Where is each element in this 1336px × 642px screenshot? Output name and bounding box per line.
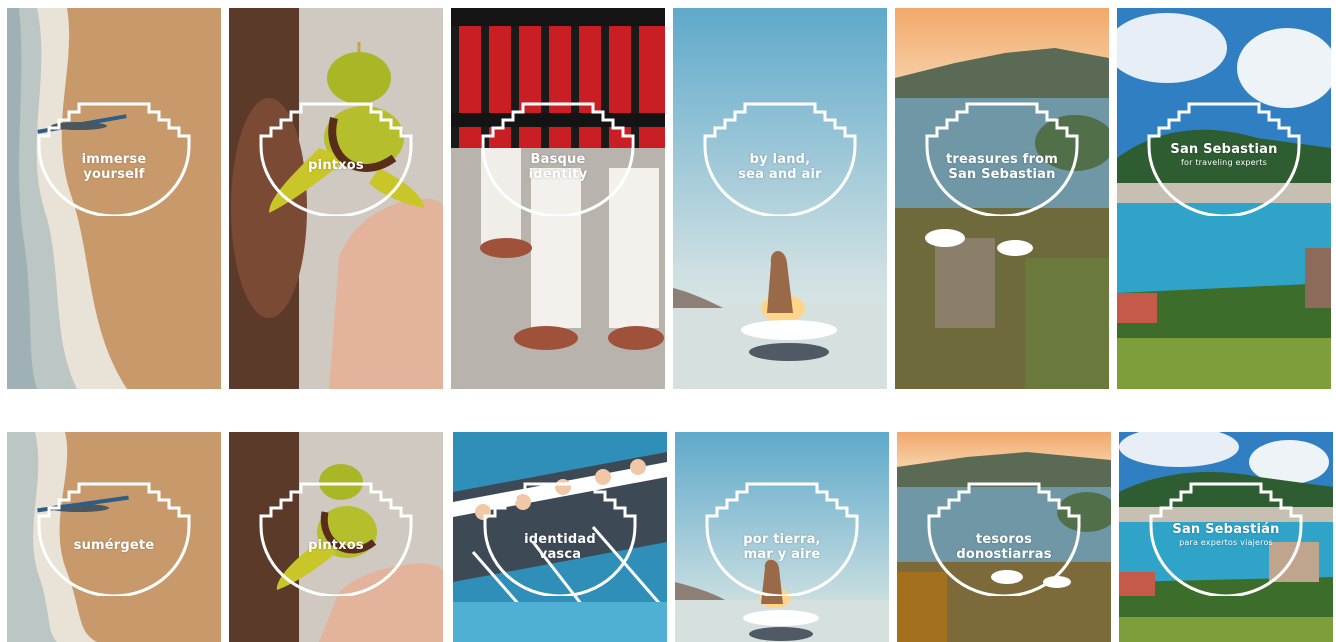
tile-label: pintxos (308, 158, 364, 173)
tile-label: sumérgete (73, 538, 155, 553)
tile-label: pintxos (308, 538, 364, 553)
emblem-badge: San Sebastian for traveling experts (1147, 100, 1301, 216)
tile-by-land-sea-air[interactable]: by land, sea and air (673, 8, 887, 389)
tile-por-tierra-mar-aire[interactable]: por tierra, mar y aire (675, 432, 889, 642)
emblem-badge: immerse yourself (37, 100, 191, 216)
emblem-badge: identidad vasca (483, 480, 637, 596)
emblem-badge: pintxos (259, 100, 413, 216)
tile-label: San Sebastián para expertos viajeros (1172, 522, 1280, 547)
emblem-badge: por tierra, mar y aire (705, 480, 859, 596)
tile-pintxos[interactable]: pintxos (229, 8, 443, 389)
tile-basque-identity[interactable]: Basque identity (451, 8, 665, 389)
tile-sumergete[interactable]: sumérgete (7, 432, 221, 642)
row-english: immerse yourself pintxos Basque identity… (7, 8, 1331, 389)
tile-identidad-vasca[interactable]: identidad vasca (453, 432, 667, 642)
tile-label: treasures from San Sebastian (945, 152, 1059, 182)
emblem-badge: pintxos (259, 480, 413, 596)
emblem-badge: treasures from San Sebastian (925, 100, 1079, 216)
tile-treasures-san-sebastian[interactable]: treasures from San Sebastian (895, 8, 1109, 389)
tile-san-sebastian-expertos[interactable]: San Sebastián para expertos viajeros (1119, 432, 1333, 642)
tile-tesoros-donostiarras[interactable]: tesoros donostiarras (897, 432, 1111, 642)
tile-label: Basque identity (528, 152, 588, 182)
tile-pintxos-es[interactable]: pintxos (229, 432, 443, 642)
tile-label: by land, sea and air (738, 152, 822, 182)
tile-label: immerse yourself (81, 152, 147, 182)
tile-label: identidad vasca (524, 532, 596, 562)
image-grid: immerse yourself pintxos Basque identity… (0, 0, 1336, 642)
tile-san-sebastian-experts[interactable]: San Sebastian for traveling experts (1117, 8, 1331, 389)
emblem-badge: by land, sea and air (703, 100, 857, 216)
emblem-badge: sumérgete (37, 480, 191, 596)
emblem-badge: Basque identity (481, 100, 635, 216)
row-spanish: sumérgete pintxos identidad vasca por ti… (7, 432, 1333, 642)
emblem-badge: San Sebastián para expertos viajeros (1149, 480, 1303, 596)
tile-immerse-yourself[interactable]: immerse yourself (7, 8, 221, 389)
tile-label: San Sebastian for traveling experts (1170, 142, 1278, 167)
tile-label: tesoros donostiarras (956, 532, 1052, 562)
emblem-badge: tesoros donostiarras (927, 480, 1081, 596)
tile-label: por tierra, mar y aire (743, 532, 821, 562)
